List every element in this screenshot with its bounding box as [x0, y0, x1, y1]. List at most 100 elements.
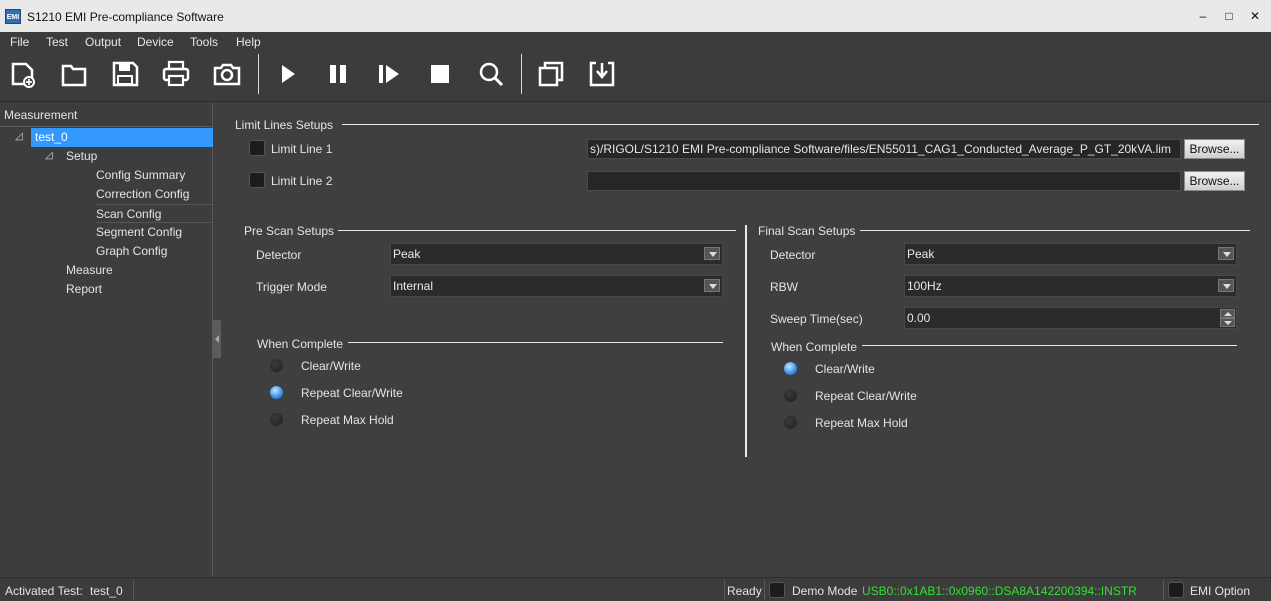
window-icon[interactable]: [535, 58, 567, 90]
status-separator: [1163, 580, 1164, 600]
instrument-address: USB0::0x1AB1::0x0960::DSA8A142200394::IN…: [862, 584, 1137, 598]
final-detector-select[interactable]: Peak: [904, 243, 1237, 265]
menu-output[interactable]: Output: [85, 35, 121, 49]
pre-detector-select[interactable]: Peak: [390, 243, 723, 265]
final-detector-label: Detector: [770, 248, 816, 262]
status-separator: [764, 580, 765, 600]
limit-line-2-browse-button[interactable]: Browse...: [1184, 171, 1245, 191]
camera-icon[interactable]: [211, 58, 243, 90]
emi-option-label: EMI Option: [1190, 584, 1251, 598]
group-rule: [860, 230, 1250, 231]
menu-test[interactable]: Test: [46, 35, 68, 49]
chevron-down-icon[interactable]: [704, 247, 720, 260]
group-rule: [338, 230, 736, 231]
tree-item-correction-config[interactable]: Correction Config: [96, 185, 189, 204]
pre-repeat-max-hold-radio[interactable]: [270, 413, 283, 426]
trigger-mode-select[interactable]: Internal: [390, 275, 723, 297]
close-button[interactable]: ✕: [1245, 8, 1265, 24]
measurement-tree-panel: Measurement ◿ test_0 ◿ Setup Config Summ…: [0, 103, 213, 576]
final-repeat-max-hold-label: Repeat Max Hold: [815, 416, 908, 430]
tree-item-segment-config[interactable]: Segment Config: [96, 223, 182, 242]
demo-mode-indicator: [769, 582, 785, 598]
tree-item-measure[interactable]: Measure: [66, 261, 113, 280]
limit-line-2-label: Limit Line 2: [271, 174, 333, 188]
sweep-time-label: Sweep Time(sec): [770, 312, 863, 326]
limit-line-1-label: Limit Line 1: [271, 142, 333, 156]
scan-section-divider: [745, 225, 747, 457]
tree-item-report[interactable]: Report: [66, 280, 102, 299]
new-file-icon[interactable]: [7, 58, 39, 90]
tree-item-config-summary[interactable]: Config Summary: [96, 166, 185, 185]
pre-repeat-clear-write-label: Repeat Clear/Write: [301, 386, 403, 400]
limit-line-2-checkbox[interactable]: [249, 172, 265, 188]
toolbar-separator: [258, 54, 259, 94]
limit-line-1-browse-button[interactable]: Browse...: [1184, 139, 1245, 159]
tree-item-setup[interactable]: Setup: [66, 147, 97, 166]
play-icon[interactable]: [272, 58, 304, 90]
collapse-triangle-icon[interactable]: ◿: [45, 150, 53, 161]
tree-item-scan-config[interactable]: Scan Config: [96, 204, 213, 223]
app-icon: EMI: [5, 9, 21, 24]
open-folder-icon[interactable]: [58, 58, 90, 90]
menu-file[interactable]: File: [10, 35, 29, 49]
chevron-down-icon[interactable]: [1218, 247, 1234, 260]
pre-scan-title: Pre Scan Setups: [244, 224, 335, 238]
title-bar: EMI S1210 EMI Pre-compliance Software – …: [0, 0, 1271, 32]
spin-down-icon[interactable]: [1220, 318, 1235, 327]
save-icon[interactable]: [109, 58, 141, 90]
maximize-button[interactable]: □: [1219, 8, 1239, 24]
limit-lines-title: Limit Lines Setups: [235, 118, 334, 132]
trigger-mode-label: Trigger Mode: [256, 280, 327, 294]
final-clear-write-radio[interactable]: [784, 362, 797, 375]
pre-when-complete-title: When Complete: [257, 337, 344, 351]
pre-repeat-max-hold-label: Repeat Max Hold: [301, 413, 394, 427]
final-scan-title: Final Scan Setups: [758, 224, 856, 238]
menu-help[interactable]: Help: [236, 35, 261, 49]
ready-status: Ready: [727, 584, 762, 598]
final-repeat-clear-write-label: Repeat Clear/Write: [815, 389, 917, 403]
panel-splitter-handle[interactable]: [213, 320, 221, 358]
window-title: S1210 EMI Pre-compliance Software: [27, 10, 224, 24]
search-icon[interactable]: [475, 58, 507, 90]
emi-option-indicator: [1168, 582, 1184, 598]
pre-clear-write-radio[interactable]: [270, 359, 283, 372]
minimize-button[interactable]: –: [1193, 8, 1213, 24]
rbw-label: RBW: [770, 280, 798, 294]
limit-line-1-path-field[interactable]: s)/RIGOL/S1210 EMI Pre-compliance Softwa…: [587, 139, 1181, 159]
group-rule: [348, 342, 723, 343]
status-bar: Activated Test: test_0 Ready Demo Mode U…: [0, 577, 1271, 601]
final-repeat-max-hold-radio[interactable]: [784, 416, 797, 429]
step-icon[interactable]: [373, 58, 405, 90]
collapse-triangle-icon[interactable]: ◿: [15, 131, 23, 142]
activated-test-label: Activated Test:: [5, 584, 83, 598]
stop-icon[interactable]: [424, 58, 456, 90]
sweep-time-spinbox[interactable]: 0.00: [904, 307, 1237, 329]
pre-repeat-clear-write-radio[interactable]: [270, 386, 283, 399]
toolbar: [0, 52, 1271, 102]
menu-device[interactable]: Device: [137, 35, 174, 49]
demo-mode-label: Demo Mode: [792, 584, 858, 598]
tree-item-graph-config[interactable]: Graph Config: [96, 242, 167, 261]
limit-line-1-checkbox[interactable]: [249, 140, 265, 156]
pre-clear-write-label: Clear/Write: [301, 359, 361, 373]
print-icon[interactable]: [160, 58, 192, 90]
final-when-complete-title: When Complete: [771, 340, 858, 354]
menu-tools[interactable]: Tools: [190, 35, 218, 49]
rbw-select[interactable]: 100Hz: [904, 275, 1237, 297]
chevron-down-icon[interactable]: [1218, 279, 1234, 292]
activated-test-value: test_0: [90, 584, 123, 598]
tree-item-test-0[interactable]: test_0: [31, 128, 213, 147]
toolbar-separator: [521, 54, 522, 94]
final-clear-write-label: Clear/Write: [815, 362, 875, 376]
chevron-down-icon[interactable]: [704, 279, 720, 292]
group-rule: [862, 345, 1237, 346]
import-icon[interactable]: [586, 58, 618, 90]
limit-line-2-path-field[interactable]: [587, 171, 1181, 191]
menu-bar: File Test Output Device Tools Help: [0, 32, 1271, 52]
status-separator: [724, 580, 725, 600]
final-repeat-clear-write-radio[interactable]: [784, 389, 797, 402]
pause-icon[interactable]: [322, 58, 354, 90]
spin-up-icon[interactable]: [1220, 309, 1235, 318]
pre-detector-label: Detector: [256, 248, 302, 262]
tree-header: Measurement: [0, 103, 213, 127]
